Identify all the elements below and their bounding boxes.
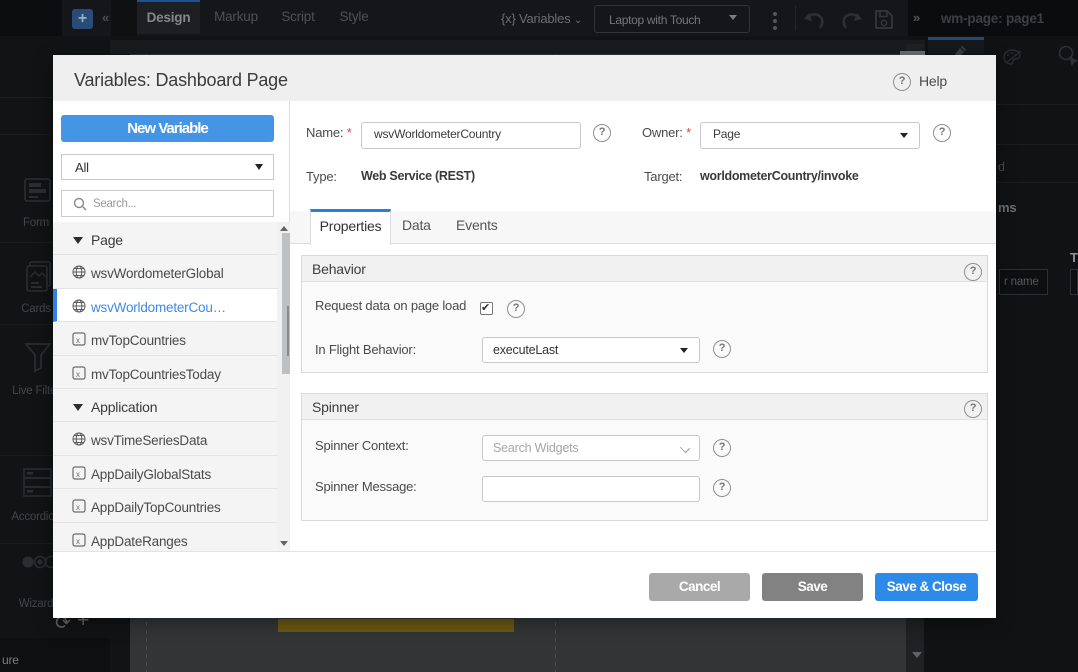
- svg-text:x: x: [76, 470, 80, 479]
- svg-text:x: x: [76, 336, 80, 345]
- svg-text:x: x: [76, 537, 80, 546]
- svg-text:x: x: [76, 370, 80, 379]
- svg-text:x: x: [76, 503, 80, 512]
